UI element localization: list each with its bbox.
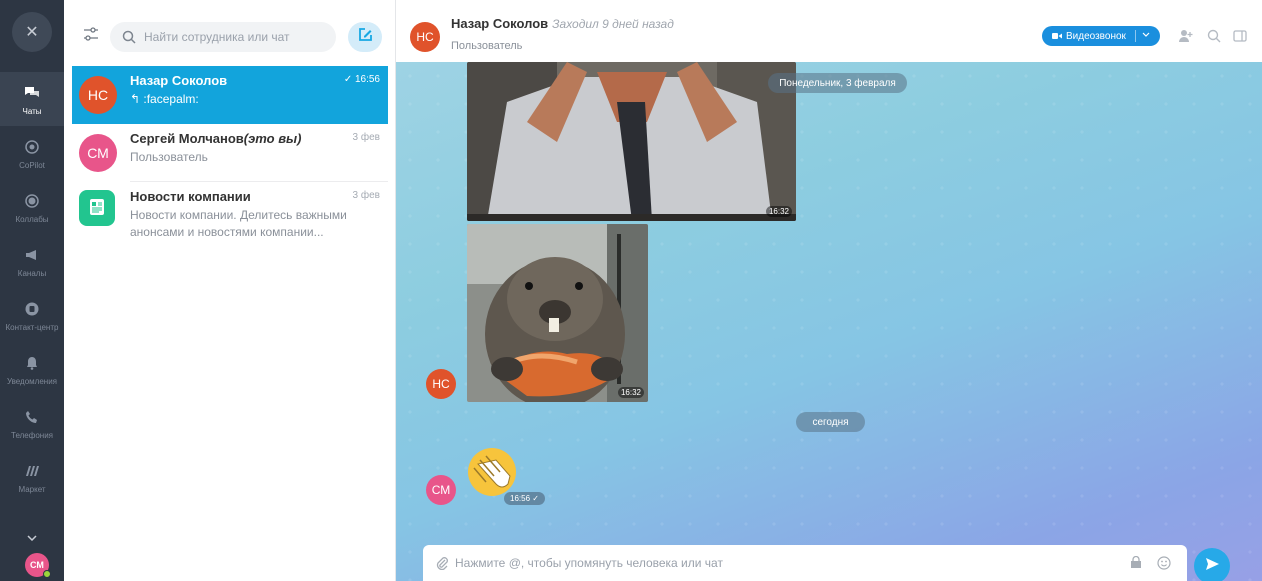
chat-time: 3 фев (352, 190, 380, 201)
chat-list-panel: НС Назар Соколов ↰ :facepalm: ✓ 16:56 СМ… (64, 0, 396, 581)
rail-item-copilot[interactable]: CoPilot (0, 126, 64, 180)
search-box (110, 22, 336, 52)
attach-icon[interactable] (435, 556, 449, 571)
photo-groundhog-image (467, 224, 648, 402)
chat-time: ✓ 16:56 (343, 74, 380, 85)
last-seen-status: Заходил 9 дней назад (552, 17, 674, 31)
contact-avatar[interactable]: НС (410, 22, 440, 52)
chat-preview: ↰ :facepalm: (130, 92, 199, 106)
user-avatar[interactable]: СМ (25, 553, 51, 578)
divider (1135, 30, 1136, 42)
rail-label: Уведомления (6, 377, 58, 386)
contact-name[interactable]: Назар Соколов Заходил 9 дней назад (451, 16, 674, 31)
date-separator: сегодня (796, 412, 865, 432)
message-time: 16:56 ✓ (504, 492, 545, 505)
photo-man-image (467, 62, 796, 221)
newspaper-icon (87, 197, 107, 220)
rail-item-chats[interactable]: Чаты (0, 72, 64, 126)
online-indicator (43, 570, 51, 578)
chats-icon (21, 82, 43, 104)
contact-center-icon (21, 298, 43, 320)
rail-item-contact-center[interactable]: Контакт-центр (0, 288, 64, 342)
bell-icon (21, 352, 43, 374)
message-composer (423, 545, 1187, 581)
copilot-icon (21, 136, 43, 158)
photo-message-man[interactable]: 16:32 (467, 62, 796, 221)
collabs-icon (21, 190, 43, 212)
send-button[interactable] (1194, 548, 1230, 581)
chat-time: 3 фев (352, 132, 380, 143)
search-icon[interactable] (1206, 28, 1222, 44)
send-icon (1204, 556, 1220, 577)
user-initials: СМ (30, 560, 44, 570)
waving-hand-icon (468, 448, 516, 496)
chat-item-company-news[interactable]: Новости компании Новости компании. Делит… (72, 182, 388, 242)
sender-avatar[interactable]: СМ (426, 475, 456, 505)
avatar: НС (79, 76, 117, 114)
message-time: 16:32 (765, 206, 792, 217)
chat-item-sergey[interactable]: СМ Сергей Молчанов(это вы) Пользователь … (72, 124, 388, 182)
compose-icon (357, 27, 373, 48)
camera-icon (1052, 32, 1062, 40)
sender-avatar[interactable]: НС (426, 369, 456, 399)
photo-message-groundhog[interactable]: 16:32 (467, 224, 648, 402)
contact-role: Пользователь (451, 40, 523, 52)
conversation-area[interactable]: 16:32 Понедельник, 3 февраля 16:32 НС се… (396, 62, 1262, 581)
chat-header: НС Назар Соколов Заходил 9 дней назад Пол… (396, 0, 1262, 62)
rail-item-market[interactable]: Маркет (0, 450, 64, 504)
rail-label: Каналы (17, 269, 47, 278)
avatar: СМ (79, 134, 117, 172)
add-user-icon[interactable] (1178, 28, 1194, 44)
sidebar-toggle-icon[interactable] (1232, 28, 1248, 44)
rail-item-collabs[interactable]: Коллабы (0, 180, 64, 234)
chat-list-header (64, 0, 396, 66)
video-call-button[interactable]: Видеозвонок (1042, 26, 1160, 46)
chat-item-nazar[interactable]: НС Назар Соколов ↰ :facepalm: ✓ 16:56 (72, 66, 388, 124)
nav-rail: ✕ Чаты CoPilot Коллабы Каналы Контакт-це… (0, 0, 64, 581)
rail-item-telephony[interactable]: Телефония (0, 396, 64, 450)
self-marker: (это вы) (243, 131, 302, 146)
chat-name: Сергей Молчанов(это вы) (130, 131, 302, 146)
filter-icon[interactable] (82, 26, 100, 42)
rail-label: Маркет (18, 485, 46, 494)
rail-label: Коллабы (15, 215, 49, 224)
chat-preview: Пользователь (130, 150, 208, 164)
rail-label: Чаты (22, 107, 42, 116)
rail-label: CoPilot (19, 161, 45, 170)
rail-item-notifications[interactable]: Уведомления (0, 342, 64, 396)
chevron-down-icon[interactable] (1142, 29, 1150, 39)
video-call-label: Видеозвонок (1066, 30, 1126, 42)
message-time: 16:32 (617, 387, 644, 398)
search-input[interactable] (144, 30, 324, 44)
close-button[interactable]: ✕ (12, 12, 52, 52)
new-chat-button[interactable] (348, 22, 382, 52)
rail-label: Контакт-центр (5, 323, 59, 332)
phone-icon (21, 406, 43, 428)
date-separator: Понедельник, 3 февраля (768, 73, 907, 93)
rail-label: Телефония (11, 431, 53, 440)
search-icon (122, 30, 136, 44)
emoji-icon[interactable] (1157, 556, 1171, 570)
rail-top: ✕ (0, 0, 64, 64)
rail-item-channels[interactable]: Каналы (0, 234, 64, 288)
rail-expand-button[interactable] (0, 525, 64, 549)
chat-name: Новости компании (130, 189, 251, 204)
close-icon: ✕ (25, 24, 39, 41)
news-avatar (79, 190, 115, 226)
sticker-icon[interactable] (1129, 555, 1143, 570)
wave-sticker[interactable] (466, 446, 518, 498)
message-input[interactable] (455, 556, 1115, 570)
chevron-down-icon (27, 530, 37, 544)
market-icon (21, 460, 43, 482)
chat-name: Назар Соколов (130, 73, 228, 88)
chat-preview: Новости компании. Делитесь важными анонс… (130, 208, 347, 239)
megaphone-icon (21, 244, 43, 266)
